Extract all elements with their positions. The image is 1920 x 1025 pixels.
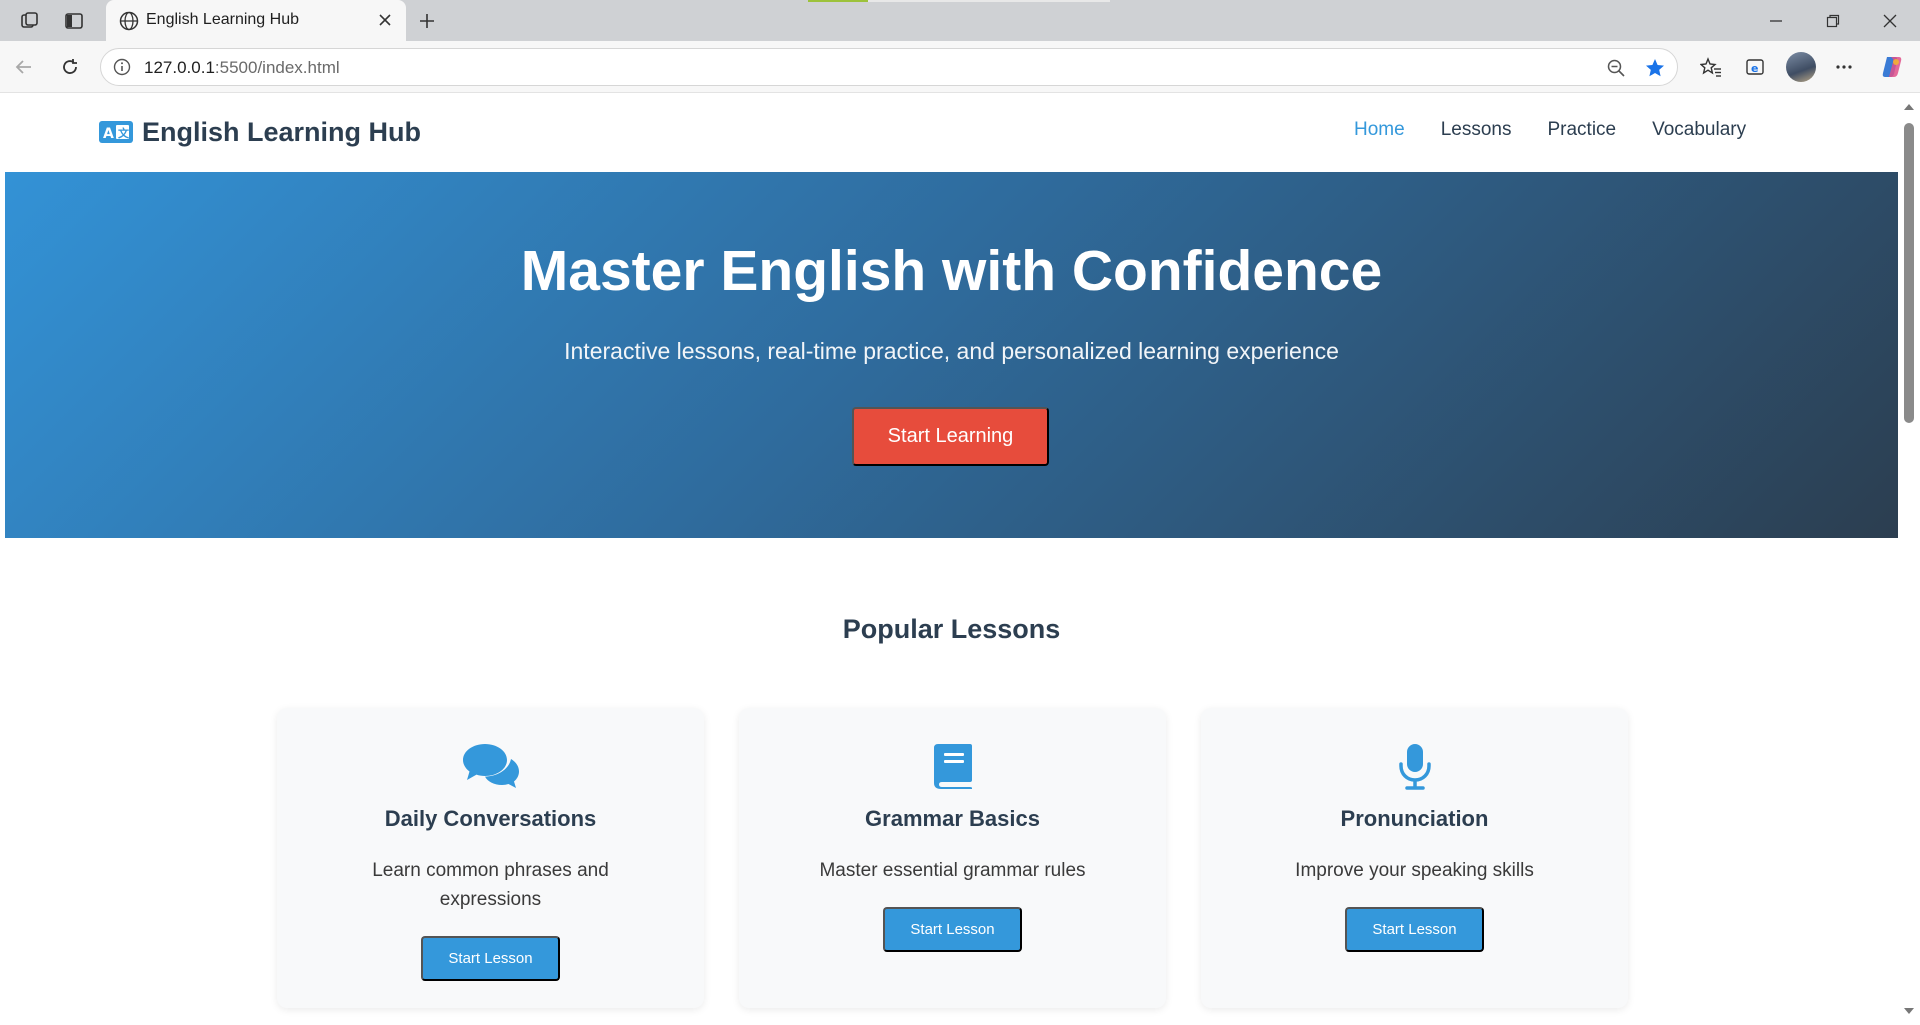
nav-link-practice[interactable]: Practice [1547,119,1616,149]
collections-icon[interactable]: e [1741,53,1769,81]
main-nav: Home Lessons Practice Vocabulary [1354,119,1746,149]
favorite-star-icon[interactable] [1644,57,1666,79]
new-tab-icon[interactable] [414,8,440,34]
scroll-down-icon[interactable] [1903,1005,1915,1017]
hero-title: Master English with Confidence [520,239,1383,303]
site-logo[interactable]: A文 English Learning Hub [99,114,421,150]
reload-icon[interactable] [56,53,84,81]
tab-group-strip [868,0,1110,2]
logo-text: English Learning Hub [142,116,422,147]
book-icon [739,742,1166,792]
hero-subtitle: Interactive lessons, real-time practice,… [564,338,1339,364]
nav-link-lessons[interactable]: Lessons [1441,119,1512,149]
hero-section: Master English with Confidence Interacti… [5,172,1898,538]
card-description: Learn common phrases and expressions [372,860,609,910]
tab-group-accent [808,0,868,2]
close-window-icon[interactable] [1870,8,1910,34]
site-info-icon[interactable] [113,58,131,76]
restore-icon[interactable] [1813,8,1853,34]
language-icon: A文 [99,120,133,144]
tab-title: English Learning Hub [146,11,299,28]
workspaces-icon[interactable] [18,9,42,33]
section-title: Popular Lessons [842,614,1061,644]
scroll-up-icon[interactable] [1903,101,1915,113]
zoom-out-icon[interactable] [1605,57,1627,79]
svg-text:A: A [103,126,114,142]
microphone-icon [1201,742,1628,792]
svg-text:文: 文 [118,126,130,140]
nav-link-home[interactable]: Home [1354,119,1405,149]
card-description: Master essential grammar rules [819,860,1086,881]
card-title: Grammar Basics [865,806,1040,831]
lesson-card-pronunciation: Pronunciation Improve your speaking skil… [1201,708,1628,1008]
start-lesson-button[interactable]: Start Lesson [1345,907,1484,952]
minimize-icon[interactable] [1756,8,1796,34]
svg-text:e: e [1751,62,1758,75]
lesson-card-daily-conversations: Daily Conversations Learn common phrases… [277,708,704,1008]
start-lesson-button[interactable]: Start Lesson [883,907,1022,952]
scrollbar-thumb[interactable] [1904,123,1914,423]
lesson-card-grammar-basics: Grammar Basics Master essential grammar … [739,708,1166,1008]
card-title: Pronunciation [1340,806,1489,831]
url-text: 127.0.0.1:5500/index.html [144,58,340,77]
comments-icon [277,742,704,792]
back-arrow-icon[interactable] [10,53,38,81]
copilot-icon[interactable] [1878,53,1906,81]
site-header: A文 English Learning Hub Home Lessons Pra… [5,93,1898,172]
start-learning-button[interactable]: Start Learning [852,407,1049,466]
card-description: Improve your speaking skills [1295,860,1534,881]
favorites-icon[interactable] [1697,53,1725,81]
vertical-tabs-icon[interactable] [62,9,86,33]
start-lesson-button[interactable]: Start Lesson [421,936,560,981]
nav-link-vocabulary[interactable]: Vocabulary [1652,119,1746,149]
address-bar[interactable]: 127.0.0.1:5500/index.html [100,48,1678,86]
close-tab-icon[interactable] [374,9,396,31]
card-title: Daily Conversations [384,806,597,831]
page-scrollbar[interactable] [1898,93,1920,1025]
page-viewport: A文 English Learning Hub Home Lessons Pra… [5,93,1898,1025]
profile-avatar[interactable] [1786,52,1816,82]
browser-toolbar: 127.0.0.1:5500/index.html e [0,41,1920,93]
more-menu-icon[interactable] [1830,53,1858,81]
active-tab[interactable]: English Learning Hub [106,0,406,41]
browser-tab-bar: English Learning Hub [0,0,1920,41]
globe-icon [118,10,140,32]
